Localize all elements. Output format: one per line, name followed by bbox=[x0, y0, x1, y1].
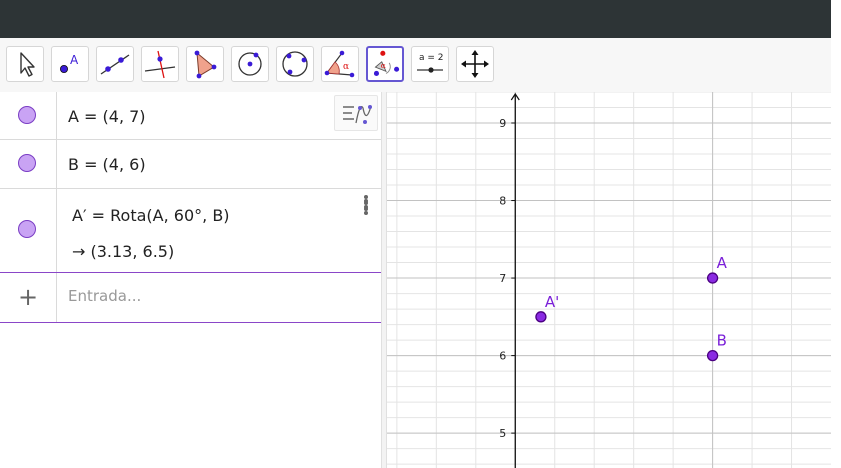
line-tool-button[interactable] bbox=[96, 46, 134, 82]
point-A bbox=[706, 272, 719, 284]
y-tick-label: 7 bbox=[499, 272, 506, 285]
visibility-cell bbox=[0, 92, 57, 139]
slider-tool-caption: a = 2 bbox=[419, 53, 444, 63]
input-placeholder[interactable]: Entrada... bbox=[68, 287, 141, 305]
geogebra-app: A α α a = 2 A = (4, 7) B = (4, 6) A′ = R… bbox=[0, 0, 841, 468]
polygon-tool-button[interactable] bbox=[186, 46, 224, 82]
point-label: A' bbox=[545, 293, 559, 311]
angle-tool-button[interactable]: α bbox=[321, 46, 359, 82]
algebra-expression[interactable]: A = (4, 7) bbox=[68, 107, 146, 126]
perpendicular-line-tool-button[interactable] bbox=[141, 46, 179, 82]
toolbar: A α α a = 2 bbox=[0, 38, 831, 93]
window-edge bbox=[831, 0, 841, 468]
y-tick-label: 5 bbox=[499, 427, 506, 440]
plus-icon[interactable]: + bbox=[14, 285, 42, 309]
algebra-view: A = (4, 7) B = (4, 6) A′ = Rota(A, 60°, … bbox=[0, 92, 381, 468]
point-tool-icon: A bbox=[59, 53, 79, 73]
circle-three-points-tool-icon bbox=[282, 51, 308, 77]
y-tick-label: 9 bbox=[499, 117, 506, 130]
move-tool-icon bbox=[20, 52, 35, 77]
visibility-cell bbox=[0, 189, 57, 272]
visibility-toggle[interactable] bbox=[18, 154, 36, 172]
title-bar bbox=[0, 0, 831, 38]
add-cell: + bbox=[0, 273, 57, 322]
perpendicular-line-tool-icon bbox=[144, 50, 176, 79]
point-Aprime bbox=[535, 311, 547, 323]
algebra-output: → (3.13, 6.5) bbox=[72, 242, 175, 261]
graphics-canvas[interactable]: 5 6 7 8 9 A B A' bbox=[387, 92, 831, 468]
y-tick-label: 8 bbox=[499, 195, 506, 208]
more-options-icon[interactable] bbox=[358, 197, 374, 217]
move-graphics-view-tool-icon bbox=[461, 50, 489, 78]
visibility-cell bbox=[0, 140, 57, 188]
input-bar[interactable]: + Entrada... bbox=[0, 272, 381, 323]
circle-center-point-tool-button[interactable] bbox=[231, 46, 269, 82]
visibility-toggle[interactable] bbox=[18, 220, 36, 238]
rotate-around-point-tool-icon: α bbox=[373, 50, 400, 77]
graphics-view[interactable]: 5 6 7 8 9 A B A' bbox=[387, 92, 831, 468]
algebra-expression[interactable]: B = (4, 6) bbox=[68, 155, 146, 174]
algebra-row[interactable]: B = (4, 6) bbox=[0, 140, 381, 211]
point-label: A bbox=[717, 254, 728, 272]
rotate-around-point-tool-button[interactable]: α bbox=[366, 46, 404, 82]
algebra-expression[interactable]: A′ = Rota(A, 60°, B) bbox=[72, 206, 230, 225]
circle-center-point-tool-icon bbox=[238, 52, 262, 76]
visibility-toggle[interactable] bbox=[18, 106, 36, 124]
algebra-row[interactable]: A = (4, 7) bbox=[0, 92, 381, 140]
line-tool-icon bbox=[100, 54, 130, 75]
point-tool-letter: A bbox=[70, 53, 79, 67]
svg-text:α: α bbox=[381, 61, 386, 70]
move-tool-button[interactable] bbox=[6, 46, 44, 82]
angle-tool-icon: α bbox=[324, 50, 355, 78]
polygon-tool-icon bbox=[194, 50, 217, 79]
move-graphics-view-tool-button[interactable] bbox=[456, 46, 494, 82]
angle-tool-letter: α bbox=[343, 62, 349, 72]
slider-tool-icon: a = 2 bbox=[417, 53, 444, 73]
point-B bbox=[706, 349, 719, 362]
algebra-description-icon bbox=[343, 105, 372, 124]
slider-tool-button[interactable]: a = 2 bbox=[411, 46, 449, 82]
point-tool-button[interactable]: A bbox=[51, 46, 89, 82]
point-label: B bbox=[717, 332, 727, 350]
circle-three-points-tool-button[interactable] bbox=[276, 46, 314, 82]
algebra-style-button[interactable] bbox=[334, 95, 378, 131]
y-tick-label: 6 bbox=[499, 350, 506, 363]
algebra-row[interactable]: A′ = Rota(A, 60°, B) → (3.13, 6.5) bbox=[0, 189, 381, 272]
